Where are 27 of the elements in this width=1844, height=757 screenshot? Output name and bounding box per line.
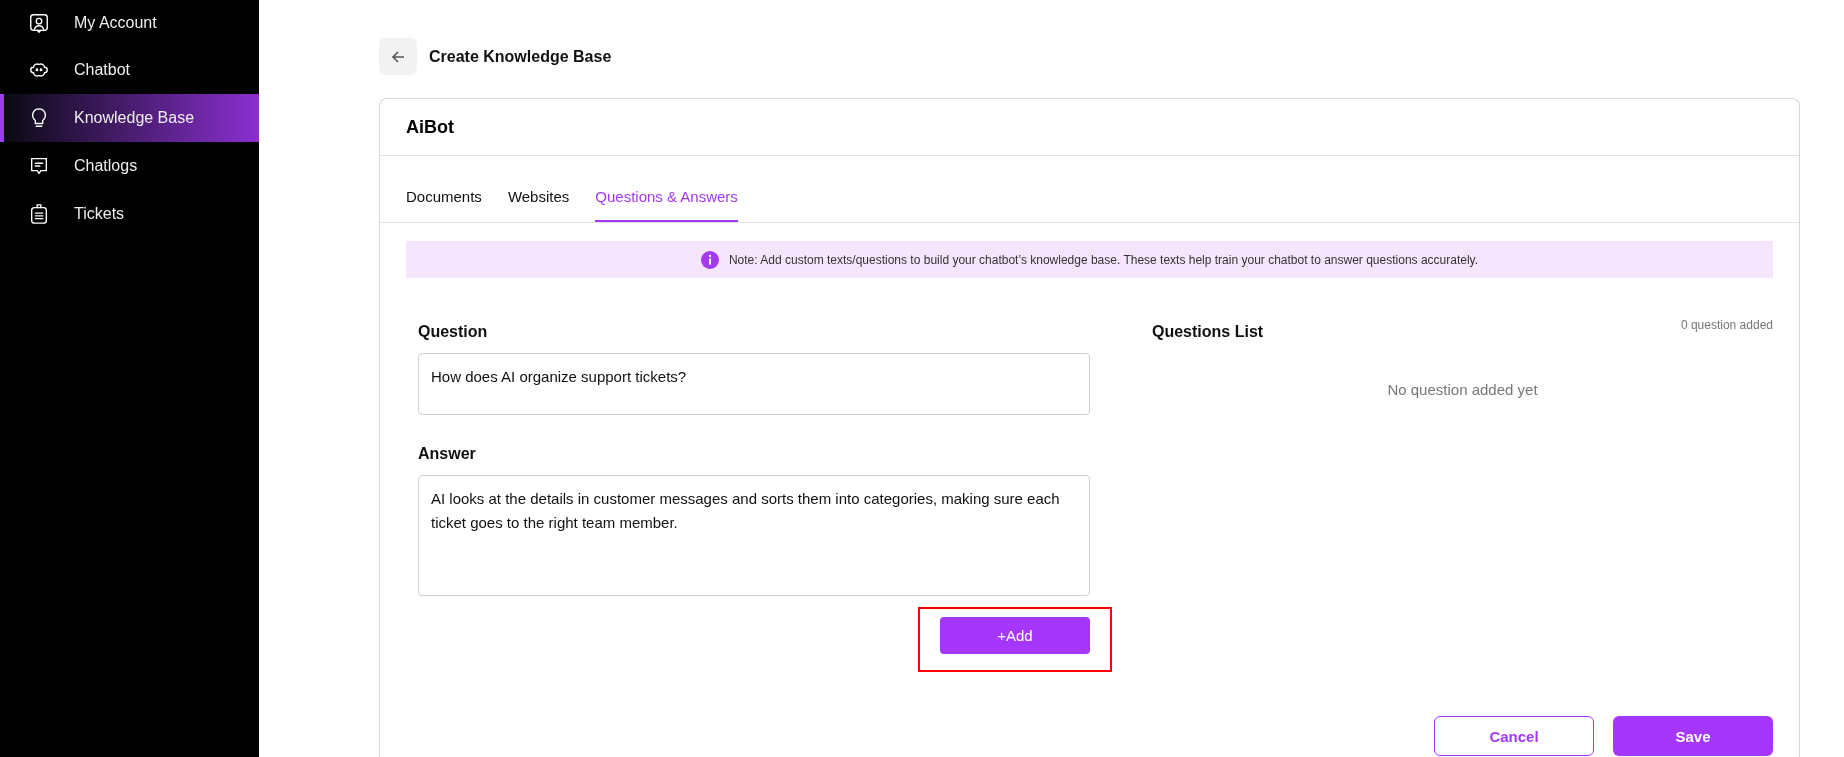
tab[interactable]: Questions & Answers <box>595 188 738 222</box>
tab[interactable]: Documents <box>406 188 482 222</box>
sidebar-item[interactable]: Chatbot <box>0 46 259 94</box>
field-label: Question <box>418 323 489 341</box>
sidebar-item[interactable]: Tickets <box>0 190 259 238</box>
note-text: Note: Add custom texts/questions to build your chatbot’s knowledge base. These texts help train your chatbot to answer questions accurately. <box>728 252 1479 267</box>
chat-icon <box>28 155 50 177</box>
empty-message: No question added yet <box>1386 381 1539 398</box>
account-icon <box>28 12 50 34</box>
save-button[interactable]: Save <box>1613 716 1773 756</box>
field-label: Answer <box>418 445 477 463</box>
card-title: AiBot <box>380 99 1799 156</box>
cancel-button[interactable]: Cancel <box>1434 716 1594 756</box>
question-count: 0 question added <box>1680 318 1773 332</box>
question-field[interactable]: How does AI organize support tickets? <box>418 353 1090 415</box>
clipboard-icon <box>28 203 50 225</box>
answer-field[interactable]: AI looks at the details in customer messages and sorts them into categories, making sure each ticket goes to the right team member. <box>418 475 1090 596</box>
page-title: Create Knowledge Base <box>429 47 612 66</box>
info-icon <box>700 250 719 269</box>
list-title: Questions List <box>1152 323 1264 341</box>
back-arrow-icon <box>390 48 406 65</box>
add-button[interactable]: +Add <box>940 617 1090 654</box>
sidebar-item[interactable]: Knowledge Base <box>0 94 259 142</box>
sidebar-item[interactable]: Chatlogs <box>0 142 259 190</box>
tab[interactable]: Websites <box>507 188 570 222</box>
back-button[interactable] <box>379 38 417 75</box>
sidebar-item[interactable]: My Account <box>0 0 259 46</box>
